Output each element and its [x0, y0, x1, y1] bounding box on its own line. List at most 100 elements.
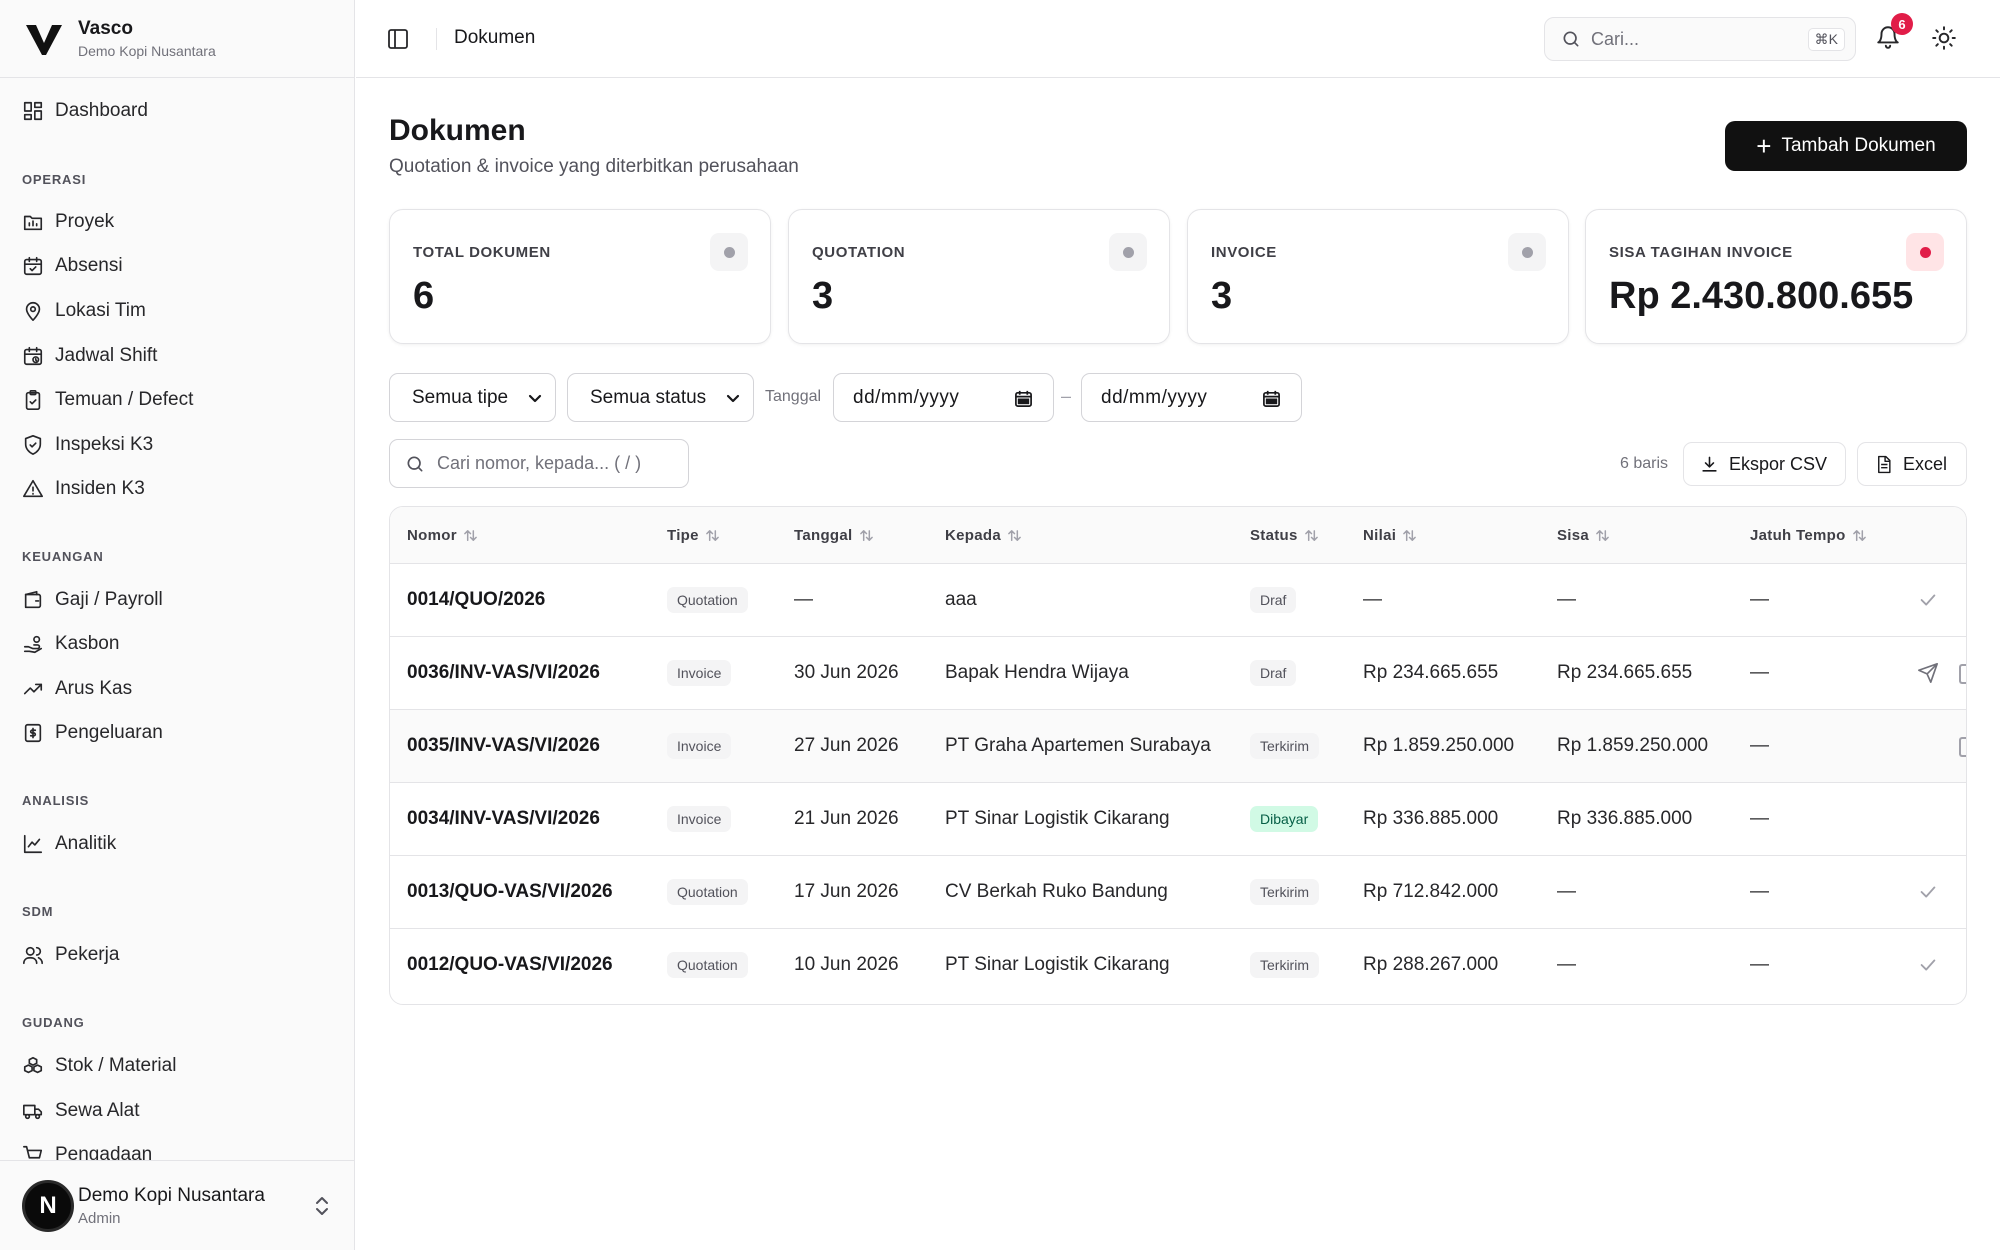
status-filter-select[interactable]: Semua status: [567, 373, 754, 422]
status-badge: Terkirim: [1250, 952, 1319, 978]
sort-icon: [859, 530, 873, 541]
cell-nomor[interactable]: 0035/INV-VAS/VI/2026: [407, 735, 600, 757]
sidebar-item-label: Gaji / Payroll: [55, 589, 163, 610]
cell-sisa: Rp 1.859.250.000: [1557, 735, 1709, 756]
global-search-input[interactable]: Cari... ⌘K: [1544, 17, 1856, 61]
sort-icon: [705, 530, 719, 541]
column-header-tipe[interactable]: Tipe: [667, 527, 720, 544]
cell-nomor[interactable]: 0013/QUO-VAS/VI/2026: [407, 881, 613, 903]
table-row[interactable]: 0036/INV-VAS/VI/2026 Invoice 30 Jun 2026…: [390, 637, 1966, 710]
type-filter-select[interactable]: Semua tipe: [389, 373, 556, 422]
sidebar-item-absensi[interactable]: Absensi: [22, 250, 123, 282]
cell-nomor[interactable]: 0012/QUO-VAS/VI/2026: [407, 954, 613, 976]
send-icon[interactable]: [1917, 662, 1939, 684]
sidebar-section-operasi: OPERASI: [22, 172, 87, 187]
date-range-separator: –: [1061, 386, 1072, 406]
column-header-kepada[interactable]: Kepada: [945, 527, 1022, 544]
sort-icon: [463, 530, 477, 541]
file-spreadsheet-icon: [1878, 455, 1891, 473]
table-header: Nomor Tipe Tanggal Kepada Status Nilai S…: [390, 507, 1966, 564]
cell-kepada: PT Sinar Logistik Cikarang: [945, 954, 1170, 975]
cell-jatuh-tempo: —: [1750, 954, 1769, 975]
sidebar-item-pekerja[interactable]: Pekerja: [22, 939, 119, 971]
column-header-jatuh-tempo[interactable]: Jatuh Tempo: [1750, 527, 1867, 544]
cell-nilai: Rp 234.665.655: [1363, 662, 1499, 683]
add-document-button[interactable]: + Tambah Dokumen: [1725, 121, 1967, 171]
topbar-divider: [436, 28, 437, 50]
page-title: Dokumen: [389, 114, 526, 147]
sun-icon[interactable]: [1931, 25, 1957, 51]
line-chart-icon: [23, 834, 43, 854]
type-badge: Invoice: [667, 733, 732, 759]
excel-button[interactable]: Excel: [1857, 442, 1967, 486]
sidebar-item-kasbon[interactable]: Kasbon: [22, 628, 119, 660]
download-icon: [1702, 456, 1717, 472]
sidebar-item-analitik[interactable]: Analitik: [22, 828, 116, 860]
users-icon: [23, 946, 43, 965]
vasco-logo-icon: [26, 24, 62, 55]
sidebar-section-gudang: GUDANG: [22, 1015, 85, 1030]
column-header-status[interactable]: Status: [1250, 527, 1319, 544]
sort-icon: [1852, 530, 1866, 541]
sidebar-item-proyek[interactable]: Proyek: [22, 206, 114, 238]
sidebar-item-label: Sewa Alat: [55, 1100, 140, 1121]
documents-table: Nomor Tipe Tanggal Kepada Status Nilai S…: [389, 506, 1967, 1005]
column-header-nilai[interactable]: Nilai: [1363, 527, 1417, 544]
sidebar-toggle-icon[interactable]: [386, 27, 410, 51]
cell-sisa: —: [1557, 881, 1576, 902]
map-pin-icon: [25, 301, 41, 321]
column-header-sisa[interactable]: Sisa: [1557, 527, 1610, 544]
cell-sisa: —: [1557, 954, 1576, 975]
row-count: 6 baris: [1620, 455, 1669, 472]
stat-card-total: TOTAL DOKUMEN 6: [389, 209, 771, 344]
type-badge: Quotation: [667, 952, 748, 978]
row-action-icon[interactable]: [1959, 737, 1966, 757]
sidebar-item-pengeluaran[interactable]: Pengeluaran: [22, 717, 163, 749]
table-row[interactable]: 0034/INV-VAS/VI/2026 Invoice 21 Jun 2026…: [390, 783, 1966, 856]
table-row[interactable]: 0014/QUO/2026 Quotation — aaa Draf — — —: [390, 564, 1966, 637]
check-icon[interactable]: [1917, 881, 1939, 903]
cell-kepada: CV Berkah Ruko Bandung: [945, 881, 1168, 902]
sidebar-item-lokasi[interactable]: Lokasi Tim: [22, 295, 146, 327]
sort-icon: [1403, 530, 1417, 541]
sidebar-item-jadwal[interactable]: Jadwal Shift: [22, 340, 157, 372]
cell-nomor[interactable]: 0034/INV-VAS/VI/2026: [407, 808, 600, 830]
sidebar-item-inspeksi[interactable]: Inspeksi K3: [22, 429, 153, 461]
sidebar-item-arus-kas[interactable]: Arus Kas: [22, 673, 132, 705]
user-menu[interactable]: N Demo Kopi Nusantara Admin: [0, 1160, 354, 1250]
row-action-icon[interactable]: [1959, 664, 1966, 684]
date-to-input[interactable]: dd/mm/yyyy: [1081, 373, 1302, 422]
check-icon[interactable]: [1917, 954, 1939, 976]
table-row[interactable]: 0013/QUO-VAS/VI/2026 Quotation 17 Jun 20…: [390, 856, 1966, 929]
add-document-label: Tambah Dokumen: [1781, 135, 1936, 156]
cell-nomor[interactable]: 0036/INV-VAS/VI/2026: [407, 662, 600, 684]
chevrons-up-down-icon: [316, 1197, 328, 1215]
type-badge: Invoice: [667, 660, 732, 686]
calendar-clock-icon: [23, 346, 43, 366]
sidebar-item-dashboard[interactable]: Dashboard: [22, 95, 148, 127]
chevron-down-icon: [726, 394, 740, 403]
column-header-nomor[interactable]: Nomor: [407, 527, 478, 544]
cell-jatuh-tempo: —: [1750, 808, 1769, 829]
export-csv-button[interactable]: Ekspor CSV: [1683, 442, 1846, 486]
sidebar-item-insiden[interactable]: Insiden K3: [22, 473, 145, 505]
user-role: Admin: [78, 1209, 121, 1227]
sidebar-item-gaji[interactable]: Gaji / Payroll: [22, 584, 163, 616]
sidebar-item-temuan[interactable]: Temuan / Defect: [22, 384, 193, 416]
calendar-icon: [1263, 390, 1280, 407]
stat-value: 3: [812, 275, 834, 317]
cell-kepada: aaa: [945, 589, 977, 610]
folder-chart-icon: [23, 215, 43, 231]
date-from-input[interactable]: dd/mm/yyyy: [833, 373, 1054, 422]
table-row[interactable]: 0012/QUO-VAS/VI/2026 Quotation 10 Jun 20…: [390, 929, 1966, 1002]
brand[interactable]: Vasco Demo Kopi Nusantara: [0, 0, 354, 78]
cell-kepada: Bapak Hendra Wijaya: [945, 662, 1129, 683]
chevron-down-icon: [528, 394, 542, 403]
sidebar-item-sewa[interactable]: Sewa Alat: [22, 1095, 140, 1127]
column-header-tanggal[interactable]: Tanggal: [794, 527, 874, 544]
check-icon[interactable]: [1917, 589, 1939, 611]
sidebar-item-stok[interactable]: Stok / Material: [22, 1050, 176, 1082]
cell-nomor[interactable]: 0014/QUO/2026: [407, 589, 545, 611]
table-search-input[interactable]: Cari nomor, kepada... ( / ): [389, 439, 689, 488]
table-row[interactable]: 0035/INV-VAS/VI/2026 Invoice 27 Jun 2026…: [390, 710, 1966, 783]
